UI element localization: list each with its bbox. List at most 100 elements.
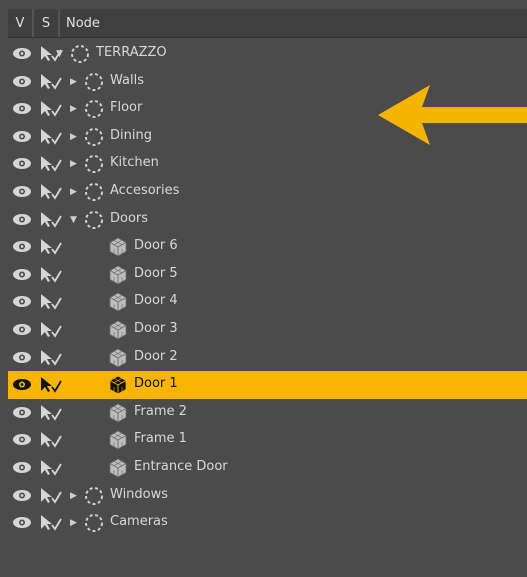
eye-icon[interactable] (12, 268, 32, 281)
selectable-column-header[interactable]: S (34, 9, 60, 37)
collapsed-triangle-icon[interactable]: ▶ (70, 159, 80, 169)
selectable-cursor-icon[interactable] (40, 459, 62, 476)
group-icon (84, 154, 104, 174)
eye-icon[interactable] (12, 351, 32, 364)
selectable-cursor-icon[interactable] (40, 128, 62, 145)
node-label[interactable]: Doors (110, 211, 148, 226)
mesh-icon (108, 458, 128, 478)
node-label[interactable]: Door 4 (134, 293, 178, 308)
eye-icon[interactable] (12, 433, 32, 446)
eye-icon[interactable] (12, 378, 32, 391)
node-label[interactable]: Door 3 (134, 321, 178, 336)
tree-row[interactable]: ▶ Cameras (8, 509, 527, 537)
tree-row[interactable]: ▶ Accesories (8, 178, 527, 206)
arrow-left-icon (378, 85, 527, 145)
node-label[interactable]: Dining (110, 128, 152, 143)
collapsed-triangle-icon[interactable]: ▶ (70, 491, 80, 501)
selectable-cursor-icon[interactable] (40, 321, 62, 338)
scene-panel: V S Node ▼ TERRAZZO ▶ Walls ▶ Floor ▶ Dining ▶ Ki… (0, 0, 527, 577)
mesh-icon (108, 403, 128, 423)
mesh-icon (108, 265, 128, 285)
selectable-cursor-icon[interactable] (40, 211, 62, 228)
group-icon (84, 486, 104, 506)
tree-row[interactable]: Door 6 (8, 233, 527, 261)
collapsed-triangle-icon[interactable]: ▶ (70, 77, 80, 87)
eye-icon[interactable] (12, 213, 32, 226)
node-label[interactable]: Door 2 (134, 349, 178, 364)
selectable-cursor-icon[interactable] (40, 266, 62, 283)
eye-icon[interactable] (12, 489, 32, 502)
group-icon (84, 182, 104, 202)
eye-icon[interactable] (12, 240, 32, 253)
selectable-cursor-icon[interactable] (40, 404, 62, 421)
eye-icon[interactable] (12, 47, 32, 60)
group-icon (84, 99, 104, 119)
selectable-cursor-icon[interactable] (40, 487, 62, 504)
node-label[interactable]: Windows (110, 487, 168, 502)
node-label[interactable]: Frame 2 (134, 404, 187, 419)
node-label[interactable]: Walls (110, 73, 144, 88)
expanded-triangle-icon[interactable]: ▼ (70, 215, 80, 225)
eye-icon[interactable] (12, 75, 32, 88)
group-icon (84, 127, 104, 147)
expanded-triangle-icon[interactable]: ▼ (56, 49, 66, 59)
tree-row[interactable]: Frame 1 (8, 426, 527, 454)
group-icon (84, 513, 104, 533)
selectable-cursor-icon[interactable] (40, 293, 62, 310)
selectable-cursor-icon[interactable] (40, 73, 62, 90)
mesh-icon (108, 292, 128, 312)
tree-row[interactable]: Door 5 (8, 261, 527, 289)
eye-icon[interactable] (12, 516, 32, 529)
selectable-cursor-icon[interactable] (40, 431, 62, 448)
tree-row[interactable]: Door 4 (8, 288, 527, 316)
eye-icon[interactable] (12, 406, 32, 419)
selectable-cursor-icon[interactable] (40, 514, 62, 531)
mesh-icon (108, 375, 128, 395)
node-column-header[interactable]: Node (60, 9, 527, 37)
group-icon (70, 44, 90, 64)
node-label[interactable]: Door 1 (134, 376, 178, 391)
node-label[interactable]: Door 6 (134, 238, 178, 253)
selectable-cursor-icon[interactable] (40, 376, 62, 393)
tree-row[interactable]: Door 3 (8, 316, 527, 344)
tree-row[interactable]: Entrance Door (8, 454, 527, 482)
node-label[interactable]: Accesories (110, 183, 179, 198)
collapsed-triangle-icon[interactable]: ▶ (70, 132, 80, 142)
collapsed-triangle-icon[interactable]: ▶ (70, 187, 80, 197)
mesh-icon (108, 320, 128, 340)
tree-row[interactable]: Door 2 (8, 344, 527, 372)
tree-row[interactable]: ▼ TERRAZZO (8, 40, 527, 68)
selectable-cursor-icon[interactable] (40, 155, 62, 172)
selectable-cursor-icon[interactable] (40, 183, 62, 200)
selectable-cursor-icon[interactable] (40, 100, 62, 117)
collapsed-triangle-icon[interactable]: ▶ (70, 518, 80, 528)
tree-row[interactable]: ▶ Kitchen (8, 150, 527, 178)
mesh-icon (108, 430, 128, 450)
eye-icon[interactable] (12, 323, 32, 336)
selectable-cursor-icon[interactable] (40, 349, 62, 366)
node-label[interactable]: TERRAZZO (96, 45, 167, 60)
node-label[interactable]: Frame 1 (134, 431, 187, 446)
visibility-column-header[interactable]: V (8, 9, 34, 37)
eye-icon[interactable] (12, 295, 32, 308)
tree-row[interactable]: ▶ Windows (8, 482, 527, 510)
eye-icon[interactable] (12, 102, 32, 115)
node-label[interactable]: Door 5 (134, 266, 178, 281)
node-label[interactable]: Floor (110, 100, 142, 115)
node-label[interactable]: Cameras (110, 514, 168, 529)
eye-icon[interactable] (12, 185, 32, 198)
group-icon (84, 72, 104, 92)
tree-row[interactable]: Frame 2 (8, 399, 527, 427)
mesh-icon (108, 348, 128, 368)
eye-icon[interactable] (12, 157, 32, 170)
selectable-cursor-icon[interactable] (40, 238, 62, 255)
group-icon (84, 210, 104, 230)
node-label[interactable]: Kitchen (110, 155, 159, 170)
node-label[interactable]: Entrance Door (134, 459, 228, 474)
tree-row[interactable]: Door 1 (8, 371, 527, 399)
tree-row[interactable]: ▼ Doors (8, 206, 527, 234)
eye-icon[interactable] (12, 130, 32, 143)
mesh-icon (108, 237, 128, 257)
eye-icon[interactable] (12, 461, 32, 474)
collapsed-triangle-icon[interactable]: ▶ (70, 104, 80, 114)
